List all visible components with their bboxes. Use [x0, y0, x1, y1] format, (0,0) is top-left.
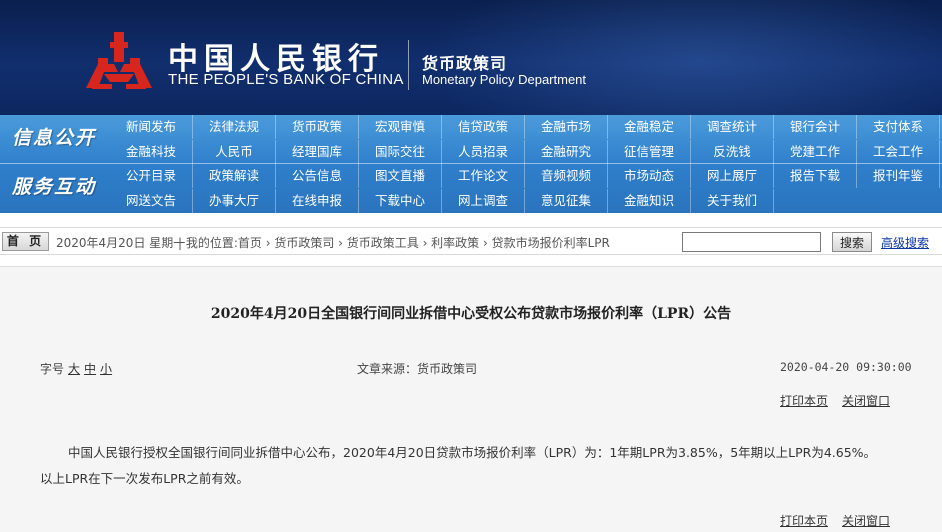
nav-item[interactable]: 政策解读 [193, 164, 276, 188]
nav-item[interactable]: 网送文告 [110, 189, 193, 213]
nav-item[interactable]: 报告下载 [774, 164, 857, 188]
nav-item[interactable]: 人民币 [193, 140, 276, 164]
nav-item[interactable]: 银行会计 [774, 115, 857, 139]
font-small-link[interactable]: 小 [100, 362, 112, 376]
nav-item[interactable]: 报刊年鉴 [857, 164, 940, 188]
breadcrumb-bar: 首 页 2020年4月20日 星期一 | 我的位置:首页 › 货币政策司 › 货… [0, 227, 942, 255]
nav-item[interactable]: 金融市场 [525, 115, 608, 139]
nav-item[interactable]: 人员招录 [442, 140, 525, 164]
article-tools-top: 打印本页 关闭窗口 [780, 392, 904, 409]
nav-item[interactable]: 在线申报 [276, 189, 359, 213]
print-page-link[interactable]: 打印本页 [780, 394, 828, 408]
advanced-search-link[interactable]: 高级搜索 [881, 234, 929, 251]
nav-item[interactable]: 信贷政策 [442, 115, 525, 139]
nav-section-service: 服务互动 [11, 176, 96, 198]
nav-item[interactable]: 国际交往 [359, 140, 442, 164]
nav-item[interactable]: 金融知识 [608, 189, 691, 213]
breadcrumb[interactable]: | 我的位置:首页 › 货币政策司 › 货币政策工具 › 利率政策 › 贷款市场… [178, 234, 610, 251]
nav-item[interactable]: 工会工作 [857, 140, 940, 164]
nav-item[interactable]: 金融科技 [110, 140, 193, 164]
article-body: 中国人民银行授权全国银行间同业拆借中心公布，2020年4月20日贷款市场报价利率… [40, 445, 877, 486]
main-nav: 信息公开 服务互动 新闻发布 法律法规 货币政策 宏观审慎 信贷政策 金融市场 … [0, 115, 942, 213]
nav-item[interactable]: 工作论文 [442, 164, 525, 188]
nav-row-4: 网送文告 办事大厅 在线申报 下载中心 网上调查 意见征集 金融知识 关于我们 [110, 189, 774, 213]
nav-item[interactable]: 经理国库 [276, 140, 359, 164]
nav-row-3: 公开目录 政策解读 公告信息 图文直播 工作论文 音频视频 市场动态 网上展厅 … [110, 164, 940, 188]
nav-item[interactable]: 党建工作 [774, 140, 857, 164]
dept-name-cn: 货币政策司 [422, 54, 508, 73]
pboc-logo-icon[interactable] [84, 30, 154, 92]
article-area: 2020年4月20日全国银行间同业拆借中心受权公布贷款市场报价利率（LPR）公告… [0, 266, 942, 532]
article-title: 2020年4月20日全国银行间同业拆借中心受权公布贷款市场报价利率（LPR）公告 [210, 306, 732, 322]
site-banner: 中国人民银行 THE PEOPLE'S BANK OF CHINA 货币政策司 … [0, 0, 942, 115]
nav-item[interactable]: 市场动态 [608, 164, 691, 188]
article-tools-bottom: 打印本页 关闭窗口 [780, 512, 904, 529]
nav-item[interactable]: 办事大厅 [193, 189, 276, 213]
search-input[interactable] [682, 232, 821, 252]
print-page-link[interactable]: 打印本页 [780, 514, 828, 528]
publish-time: 2020-04-20 09:30:00 [780, 360, 912, 374]
nav-item[interactable]: 金融研究 [525, 140, 608, 164]
bank-name-en: THE PEOPLE'S BANK OF CHINA [168, 71, 404, 88]
nav-item[interactable]: 公告信息 [276, 164, 359, 188]
nav-item[interactable]: 支付体系 [857, 115, 940, 139]
font-size-label: 字号 [40, 362, 65, 376]
font-size-control: 字号大中小 [40, 360, 112, 377]
article-source: 文章来源：货币政策司 [357, 362, 478, 376]
dept-name-en: Monetary Policy Department [422, 72, 587, 87]
nav-item[interactable]: 征信管理 [608, 140, 691, 164]
home-button[interactable]: 首 页 [2, 232, 49, 251]
nav-item[interactable]: 图文直播 [359, 164, 442, 188]
font-medium-link[interactable]: 中 [84, 362, 96, 376]
nav-section-info: 信息公开 [11, 127, 96, 149]
nav-item[interactable]: 调查统计 [691, 115, 774, 139]
nav-item[interactable]: 网上展厅 [691, 164, 774, 188]
nav-item[interactable]: 关于我们 [691, 189, 774, 213]
banner-divider [408, 40, 409, 90]
nav-item[interactable]: 反洗钱 [691, 140, 774, 164]
nav-item[interactable]: 货币政策 [276, 115, 359, 139]
nav-item[interactable]: 公开目录 [110, 164, 193, 188]
search-button[interactable]: 搜索 [832, 232, 872, 252]
nav-row-2: 金融科技 人民币 经理国库 国际交往 人员招录 金融研究 征信管理 反洗钱 党建… [110, 140, 940, 164]
nav-item[interactable]: 法律法规 [193, 115, 276, 139]
close-window-link[interactable]: 关闭窗口 [842, 394, 890, 408]
nav-item[interactable]: 网上调查 [442, 189, 525, 213]
nav-row-1: 新闻发布 法律法规 货币政策 宏观审慎 信贷政策 金融市场 金融稳定 调查统计 … [110, 115, 940, 139]
nav-item[interactable]: 意见征集 [525, 189, 608, 213]
font-large-link[interactable]: 大 [68, 362, 80, 376]
nav-item[interactable]: 新闻发布 [110, 115, 193, 139]
nav-item[interactable]: 音频视频 [525, 164, 608, 188]
nav-item[interactable]: 宏观审慎 [359, 115, 442, 139]
current-date: 2020年4月20日 星期一 [56, 236, 186, 250]
nav-item[interactable]: 下载中心 [359, 189, 442, 213]
close-window-link[interactable]: 关闭窗口 [842, 514, 890, 528]
nav-item[interactable]: 金融稳定 [608, 115, 691, 139]
